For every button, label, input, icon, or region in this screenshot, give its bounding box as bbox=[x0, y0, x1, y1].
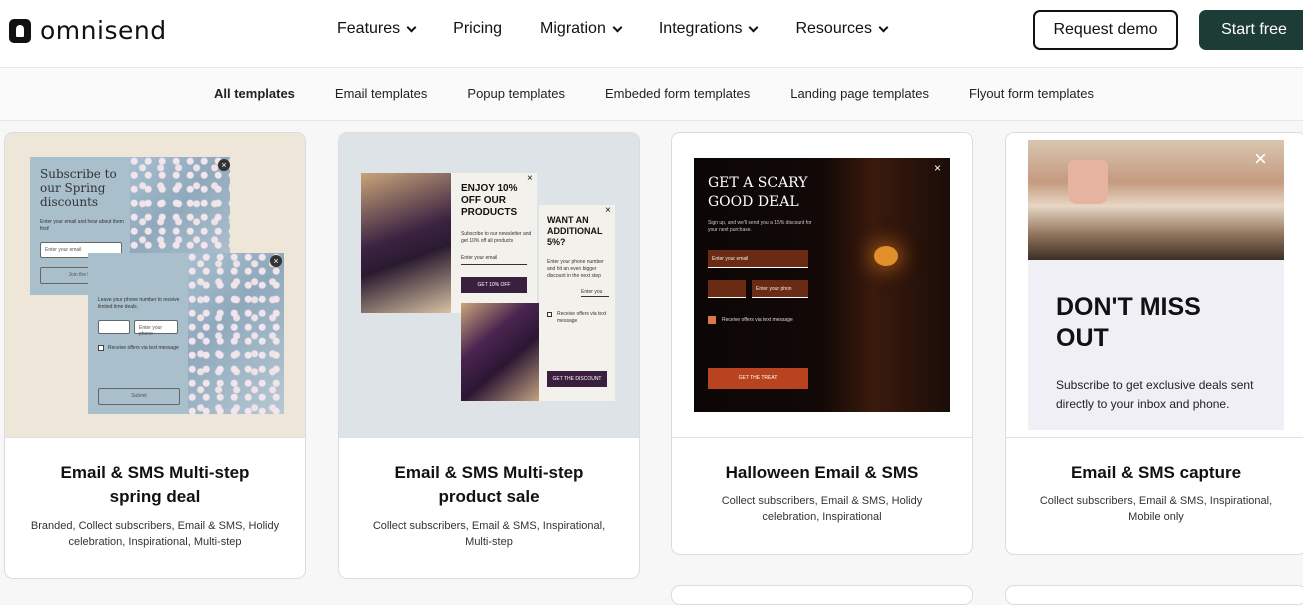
close-icon: × bbox=[218, 159, 230, 171]
close-icon: × bbox=[934, 161, 942, 175]
phone-field: Enter your phone bbox=[134, 320, 178, 337]
nav-pricing-label: Pricing bbox=[453, 20, 503, 37]
shirt-image bbox=[461, 303, 539, 401]
nav-integrations-label: Integrations bbox=[658, 20, 743, 37]
get-offer-button: GET 10% OFF bbox=[461, 277, 527, 293]
template-tags: Branded, Collect subscribers, Email & SM… bbox=[30, 520, 280, 548]
popup-text: Leave your phone number to receive limit… bbox=[98, 297, 180, 310]
checkbox bbox=[547, 312, 552, 317]
tab-embeded-form-templates[interactable]: Embeded form templates bbox=[605, 86, 750, 101]
mobile-popup: × DON'T MISS OUT Subscribe to get exclus… bbox=[1028, 140, 1284, 430]
nav-migration[interactable]: Migration bbox=[540, 20, 623, 38]
tab-email-templates[interactable]: Email templates bbox=[335, 86, 427, 101]
nav-resources-label: Resources bbox=[795, 20, 872, 37]
template-category-nav: All templates Email templates Popup temp… bbox=[0, 68, 1303, 121]
tab-popup-templates[interactable]: Popup templates bbox=[467, 86, 565, 101]
popup-step-2: Leave your phone number to receive limit… bbox=[88, 253, 284, 414]
template-card[interactable] bbox=[671, 585, 973, 605]
start-free-button[interactable]: Start free bbox=[1199, 10, 1303, 50]
template-title: Email & SMS Multi-step product sale bbox=[394, 463, 584, 506]
sms-checkbox-label: Receive offers via text message bbox=[722, 317, 793, 323]
nav-integrations[interactable]: Integrations bbox=[658, 20, 759, 38]
country-select bbox=[98, 320, 130, 334]
template-title: Email & SMS Multi-step spring deal bbox=[60, 463, 250, 506]
popup-text: Enter your email and hear about them fir… bbox=[40, 219, 124, 232]
email-field: Enter your email bbox=[461, 255, 527, 265]
phone-field: Enter you bbox=[581, 289, 609, 297]
popup-heading: GET A SCARY GOOD DEAL bbox=[708, 175, 808, 210]
checkbox bbox=[98, 345, 104, 351]
template-preview: Subscribe to our Spring discounts Enter … bbox=[5, 133, 305, 438]
checkbox bbox=[708, 316, 716, 324]
get-treat-button: GET THE TREAT bbox=[708, 368, 808, 389]
halloween-popup: GET A SCARY GOOD DEAL Sign up, and we'll… bbox=[694, 158, 950, 412]
template-tags: Collect subscribers, Email & SMS, Holidy… bbox=[721, 495, 923, 523]
popup-heading: Subscribe to our Spring discounts bbox=[40, 167, 117, 209]
popup-heading: WANT AN ADDITIONAL 5%? bbox=[547, 215, 603, 247]
close-icon: × bbox=[527, 173, 533, 184]
logo-text: omnisend bbox=[40, 16, 167, 45]
pumpkin-image bbox=[874, 246, 898, 266]
close-icon: × bbox=[270, 255, 282, 267]
popup-text: Subscribe to our newsletter and get 10% … bbox=[461, 231, 532, 244]
sms-checkbox-label: Receive offers via text message bbox=[557, 311, 607, 324]
popup-text: Sign up, and we'll send you a 15% discou… bbox=[708, 220, 812, 233]
popup-text: Enter your phone number and hit an even … bbox=[547, 259, 604, 279]
nav-features-label: Features bbox=[337, 20, 401, 37]
template-card[interactable]: Subscribe to our Spring discounts Enter … bbox=[4, 132, 306, 579]
sms-checkbox-label: Receive offers via text message bbox=[108, 345, 179, 351]
site-header: omnisend Features Pricing Migration Inte… bbox=[0, 0, 1303, 68]
template-card[interactable] bbox=[1005, 585, 1303, 605]
popup-heading: DON'T MISS OUT bbox=[1056, 293, 1201, 352]
submit-button: Submit bbox=[98, 388, 180, 405]
nav-pricing[interactable]: Pricing bbox=[453, 20, 502, 38]
nav-features[interactable]: Features bbox=[337, 20, 417, 38]
tab-all-templates[interactable]: All templates bbox=[214, 86, 295, 101]
email-field: Enter your email bbox=[708, 250, 808, 268]
tab-landing-page-templates[interactable]: Landing page templates bbox=[790, 86, 929, 101]
popup-text: Subscribe to get exclusive deals sent di… bbox=[1056, 378, 1254, 411]
template-card[interactable]: ENJOY 10% OFF OUR PRODUCTS Subscribe to … bbox=[338, 132, 640, 579]
popup-step-2: WANT AN ADDITIONAL 5%? Enter your phone … bbox=[539, 205, 615, 401]
chevron-down-icon bbox=[878, 22, 889, 32]
mug-books-image bbox=[1028, 140, 1284, 260]
template-title: Halloween Email & SMS bbox=[725, 463, 919, 482]
popup-heading: ENJOY 10% OFF OUR PRODUCTS bbox=[461, 183, 518, 218]
tab-flyout-form-templates[interactable]: Flyout form templates bbox=[969, 86, 1094, 101]
nav-migration-label: Migration bbox=[540, 20, 606, 37]
popup-step-1: ENJOY 10% OFF OUR PRODUCTS Subscribe to … bbox=[451, 173, 537, 313]
close-icon: × bbox=[1254, 146, 1267, 171]
omnisend-logo-icon bbox=[9, 18, 31, 43]
chevron-down-icon bbox=[406, 22, 417, 32]
template-preview: GET A SCARY GOOD DEAL Sign up, and we'll… bbox=[672, 133, 972, 438]
tree-image bbox=[188, 253, 284, 414]
phone-field: Enter your phon bbox=[752, 280, 808, 298]
mug-image bbox=[1068, 160, 1108, 204]
close-icon: × bbox=[605, 205, 611, 216]
template-title: Email & SMS capture bbox=[1070, 463, 1242, 482]
main-nav: Features Pricing Migration Integrations … bbox=[337, 20, 925, 38]
get-discount-button: GET THE DISCOUNT bbox=[547, 371, 607, 387]
chevron-down-icon bbox=[749, 22, 759, 32]
country-select bbox=[708, 280, 746, 298]
template-card[interactable]: GET A SCARY GOOD DEAL Sign up, and we'll… bbox=[671, 132, 973, 555]
template-tags: Collect subscribers, Email & SMS, Inspir… bbox=[1039, 495, 1273, 523]
nav-resources[interactable]: Resources bbox=[795, 20, 889, 38]
shirt-image bbox=[361, 173, 451, 313]
template-preview: × DON'T MISS OUT Subscribe to get exclus… bbox=[1006, 133, 1303, 438]
chevron-down-icon bbox=[612, 22, 623, 32]
template-tags: Collect subscribers, Email & SMS, Inspir… bbox=[372, 520, 606, 548]
template-card[interactable]: × DON'T MISS OUT Subscribe to get exclus… bbox=[1005, 132, 1303, 555]
logo[interactable]: omnisend bbox=[9, 16, 167, 45]
template-preview: ENJOY 10% OFF OUR PRODUCTS Subscribe to … bbox=[339, 133, 639, 438]
request-demo-button[interactable]: Request demo bbox=[1033, 10, 1178, 50]
